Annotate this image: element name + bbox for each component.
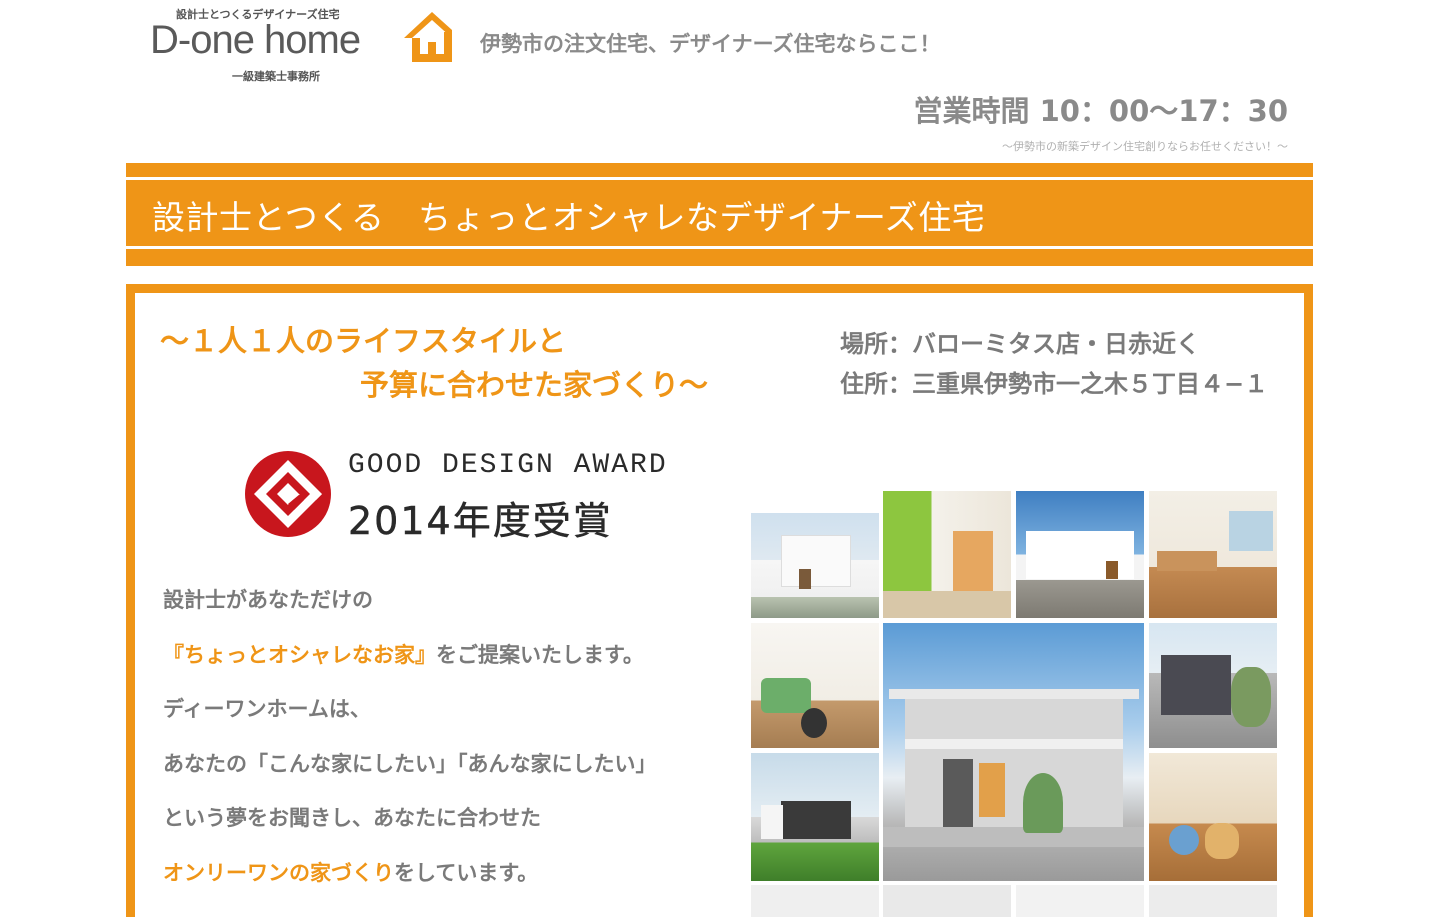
site-slogan: 伊勢市の注文住宅、デザイナーズ住宅ならここ！	[480, 32, 941, 56]
house-photo	[1016, 885, 1144, 917]
award-title: GOOD DESIGN AWARD	[348, 450, 668, 481]
logo-name: D-one home	[150, 18, 361, 62]
house-photo	[883, 885, 1011, 917]
headline-line-2: 予算に合わせた家づくり〜	[360, 368, 709, 402]
body-line-2: 『ちょっとオシャレなお家』をご提案いたします。	[163, 639, 644, 669]
house-photo	[751, 513, 879, 618]
hours-subtitle: 〜伊勢市の新築デザイン住宅創りならお任せください！〜	[1002, 140, 1288, 153]
business-hours: 営業時間 10：00〜17：30	[913, 94, 1288, 128]
body-line-4: あなたの「こんな家にしたい」「あんな家にしたい」	[163, 752, 657, 776]
good-design-award: GOOD DESIGN AWARD 2014年度受賞	[244, 450, 666, 543]
logo-subtitle: 一級建築士事務所	[232, 70, 320, 83]
house-photo	[1149, 885, 1277, 917]
house-logo-icon	[404, 12, 452, 62]
body-line-2-rest: をご提案いたします。	[436, 643, 644, 667]
house-photo	[751, 753, 879, 881]
g-mark-icon	[245, 451, 331, 537]
house-photo	[1016, 491, 1144, 618]
body-line-1: 設計士があなただけの	[163, 588, 373, 612]
house-photo	[1149, 753, 1277, 881]
body-highlight-1: 『ちょっとオシャレなお家』	[163, 643, 436, 667]
body-line-6: オンリーワンの家づくりをしています。	[163, 857, 538, 887]
house-photo-main	[883, 623, 1144, 881]
address-text: 住所：三重県伊勢市一之木５丁目４−１	[840, 370, 1269, 398]
body-highlight-2: オンリーワンの家づくり	[163, 861, 394, 885]
body-line-6-rest: をしています。	[394, 861, 539, 885]
banner-divider-bottom	[126, 246, 1313, 249]
banner-title: 設計士とつくる ちょっとオシャレなデザイナーズ住宅	[152, 198, 986, 237]
house-photo-collage	[751, 491, 1277, 917]
title-banner: 設計士とつくる ちょっとオシャレなデザイナーズ住宅	[126, 163, 1313, 266]
body-line-5: という夢をお聞きし、あなたに合わせた	[163, 806, 541, 830]
award-year: 2014年度受賞	[348, 499, 613, 544]
location-text: 場所：バローミタス店・日赤近く	[840, 330, 1200, 358]
site-logo[interactable]: 設計士とつくるデザイナーズ住宅 D-one home 一級建築士事務所	[150, 4, 460, 84]
banner-divider-top	[126, 177, 1313, 180]
house-photo	[883, 491, 1011, 618]
house-photo	[751, 623, 879, 748]
house-photo	[751, 885, 879, 917]
headline-line-1: 〜１人１人のライフスタイルと	[160, 324, 567, 358]
house-photo	[1149, 623, 1277, 748]
house-photo	[1149, 491, 1277, 618]
body-line-3: ディーワンホームは、	[163, 697, 371, 721]
